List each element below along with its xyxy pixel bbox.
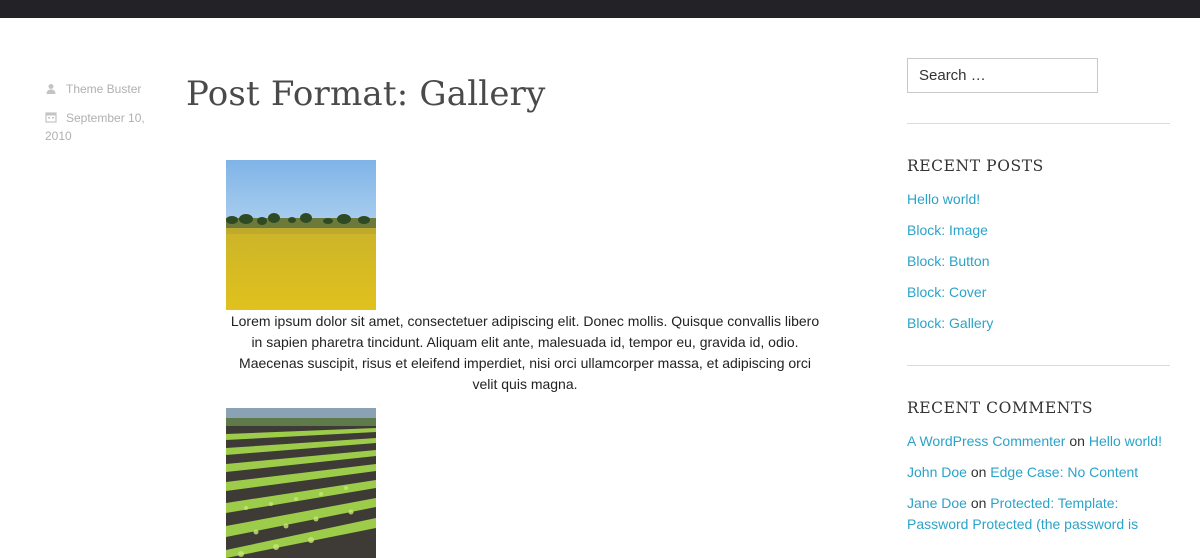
comment-post-link[interactable]: Edge Case: No Content — [990, 464, 1138, 480]
recent-post-link[interactable]: Block: Cover — [907, 284, 986, 300]
recent-post-link[interactable]: Hello world! — [907, 191, 980, 207]
calendar-icon — [45, 112, 57, 123]
comment-author-link[interactable]: A WordPress Commenter — [907, 433, 1065, 449]
recent-comments-list: A WordPress Commenter on Hello world! Jo… — [907, 431, 1170, 535]
recent-posts-title: RECENT POSTS — [907, 157, 1044, 175]
recent-post-link[interactable]: Block: Gallery — [907, 315, 993, 331]
list-item: Block: Gallery — [907, 314, 1170, 345]
user-icon — [46, 84, 56, 94]
list-item: Block: Cover — [907, 283, 1170, 314]
list-item: Hello world! — [907, 190, 1170, 221]
top-bar — [0, 0, 1200, 18]
list-item: A WordPress Commenter on Hello world! — [907, 431, 1170, 452]
gallery-image-canola-field[interactable] — [226, 160, 376, 310]
list-item: Block: Image — [907, 221, 1170, 252]
gallery-caption: Lorem ipsum dolor sit amet, consectetuer… — [230, 313, 820, 392]
date-link[interactable]: September 10, 2010 — [45, 111, 145, 143]
recent-posts-list: Hello world! Block: Image Block: Button … — [907, 190, 1170, 345]
comment-post-link[interactable]: Hello world! — [1089, 433, 1162, 449]
search-input[interactable] — [907, 58, 1098, 93]
on-word: on — [970, 464, 987, 480]
comment-author-link[interactable]: Jane Doe — [907, 495, 967, 511]
list-item: John Doe on Edge Case: No Content — [907, 462, 1170, 483]
list-item: Jane Doe on Protected: Template: Passwor… — [907, 493, 1170, 535]
post-date: September 10, 2010 — [45, 108, 165, 145]
post-meta: Theme Buster September 10, 2010 — [45, 80, 165, 155]
post-author: Theme Buster — [45, 80, 165, 98]
list-item: Block: Button — [907, 252, 1170, 283]
author-link[interactable]: Theme Buster — [66, 80, 141, 98]
on-word: on — [970, 495, 987, 511]
recent-post-link[interactable]: Block: Button — [907, 253, 990, 269]
sidebar: RECENT POSTS Hello world! Block: Image B… — [907, 58, 1170, 545]
comment-author-link[interactable]: John Doe — [907, 464, 967, 480]
on-word: on — [1069, 433, 1085, 449]
recent-post-link[interactable]: Block: Image — [907, 222, 988, 238]
gallery-image-crop-rows[interactable] — [226, 408, 376, 558]
sidebar-divider — [907, 123, 1170, 124]
recent-comments-title: RECENT COMMENTS — [907, 399, 1094, 417]
sidebar-divider — [907, 365, 1170, 366]
page-title: Post Format: Gallery — [186, 74, 546, 114]
